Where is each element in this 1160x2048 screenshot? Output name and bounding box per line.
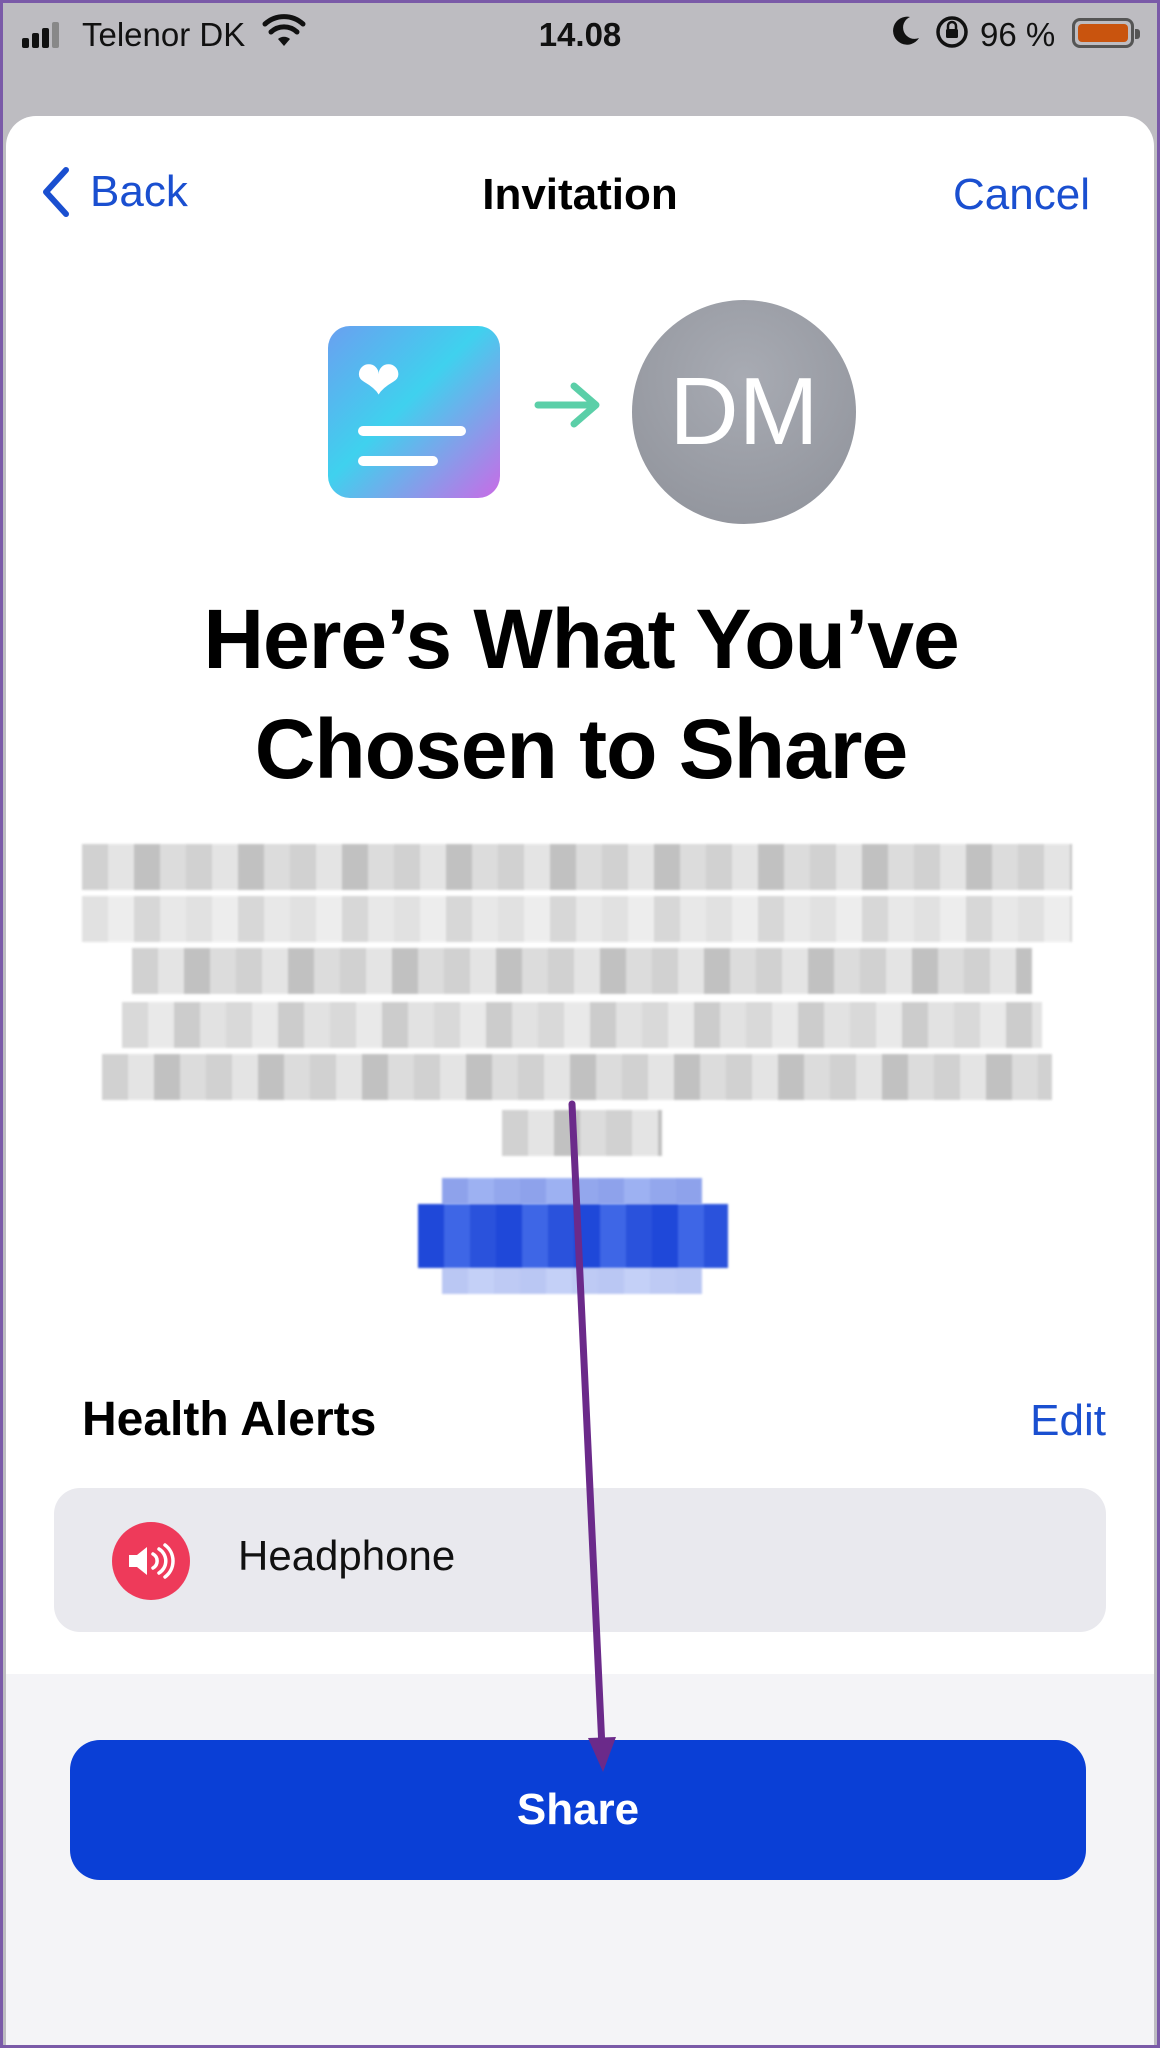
moon-icon: [890, 14, 922, 56]
edit-button[interactable]: Edit: [1030, 1396, 1106, 1446]
sharing-hero: ❤ DM: [6, 300, 1154, 530]
battery-icon: [1072, 18, 1140, 48]
status-bar: Telenor DK 14.08 96 %: [0, 0, 1160, 70]
cancel-button[interactable]: Cancel: [953, 170, 1090, 220]
speaker-icon: [112, 1522, 190, 1600]
redacted-description: [82, 844, 1082, 1156]
list-item-label: Headphone: [238, 1532, 456, 1579]
avatar: DM: [632, 300, 856, 524]
headline: Here’s What You’ve Chosen to Share: [203, 592, 959, 796]
health-document-icon: ❤: [328, 326, 500, 498]
battery-percentage: 96 %: [980, 16, 1056, 53]
list-item-headphone[interactable]: Headphone: [54, 1488, 1106, 1632]
share-button[interactable]: Share: [70, 1740, 1086, 1880]
health-alerts-title: Health Alerts: [82, 1393, 377, 1446]
invitation-sheet: Back Invitation Cancel ❤ DM Here’s What …: [6, 116, 1154, 2048]
arrow-right-icon: [534, 382, 600, 428]
redacted-link[interactable]: [418, 1178, 740, 1296]
rotation-lock-icon: [934, 14, 970, 58]
